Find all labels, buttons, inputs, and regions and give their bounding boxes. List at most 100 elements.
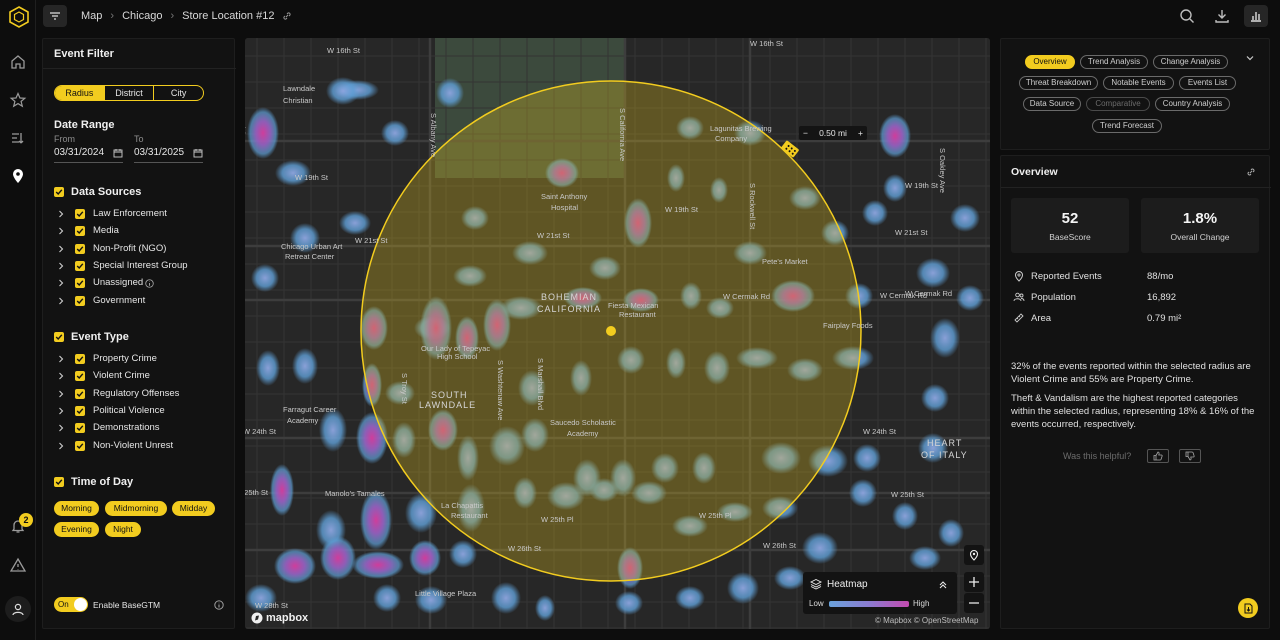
thumbs-down-button[interactable] (1179, 449, 1201, 463)
from-label: From (54, 134, 75, 144)
tab-events-list[interactable]: Events List (1179, 76, 1236, 90)
chevron-right-icon[interactable] (57, 372, 65, 380)
tab-change-analysis[interactable]: Change Analysis (1153, 55, 1228, 69)
map-attribution[interactable]: © Mapbox © OpenStreetMap (875, 616, 978, 625)
data-source-item-checkbox[interactable] (75, 260, 85, 271)
calendar-icon[interactable] (113, 148, 123, 158)
map-canvas[interactable]: W 16th St W 16th St Lawndale Christian Lagun… (245, 38, 990, 629)
overview-title: Overview (1011, 166, 1058, 178)
chevron-right-icon[interactable] (57, 442, 65, 450)
tab-data-source[interactable]: Data Source (1023, 97, 1081, 111)
map-label: Restaurant (619, 310, 657, 319)
top-bar: Map › Chicago › Store Location #12 (36, 0, 1280, 34)
calendar-icon[interactable] (193, 148, 203, 158)
breadcrumb-city[interactable]: Chicago (122, 10, 162, 22)
segment-radius[interactable]: Radius (55, 86, 105, 100)
stat-value: 88/mo (1147, 271, 1174, 282)
app-logo-icon[interactable] (8, 6, 30, 28)
link-icon[interactable] (1245, 166, 1257, 178)
center-marker[interactable] (606, 326, 616, 336)
data-source-item-checkbox[interactable] (75, 295, 85, 306)
export-report-button[interactable] (1238, 598, 1258, 618)
tab-overview[interactable]: Overview (1025, 55, 1075, 69)
home-icon[interactable] (9, 53, 27, 71)
data-source-item-checkbox[interactable] (75, 243, 85, 254)
breadcrumb-location[interactable]: Store Location #12 (182, 10, 274, 22)
date-range-label: Date Range (54, 119, 115, 131)
map-label: Manolo's Tamales (325, 489, 385, 498)
zoom-in-button[interactable] (964, 572, 984, 592)
chip-morning[interactable]: Morning (54, 501, 99, 516)
from-date-field[interactable]: 03/31/2024 (54, 147, 123, 163)
star-icon[interactable] (9, 91, 27, 109)
event-type-item-checkbox[interactable] (75, 354, 85, 364)
tab-threat-breakdown[interactable]: Threat Breakdown (1019, 76, 1098, 90)
radius-control: − 0.50 mi + (799, 126, 867, 140)
time-of-day-checkbox[interactable] (54, 477, 64, 487)
info-icon[interactable] (145, 279, 154, 288)
alert-triangle-icon[interactable] (9, 556, 27, 574)
chevron-right-icon[interactable] (57, 210, 65, 218)
data-sources-checkbox[interactable] (54, 187, 64, 197)
segment-city[interactable]: City (154, 86, 203, 100)
filter-toggle-button[interactable] (43, 5, 67, 27)
radius-decrease-button[interactable]: − (803, 128, 808, 138)
list-filter-icon[interactable] (9, 129, 27, 147)
search-icon[interactable] (1178, 7, 1196, 25)
event-type-item-checkbox[interactable] (75, 371, 85, 382)
heat-blob (436, 78, 464, 108)
breadcrumb-map[interactable]: Map (81, 10, 102, 22)
tab-country-analysis[interactable]: Country Analysis (1155, 97, 1230, 111)
chip-evening[interactable]: Evening (54, 522, 99, 537)
map-label: BOHEMIAN (541, 292, 597, 302)
analytics-panel-button[interactable] (1244, 5, 1268, 27)
heat-blob (916, 258, 950, 288)
chevron-right-icon[interactable] (57, 245, 65, 253)
map-label: S Oakley Ave (938, 148, 947, 193)
map-pin-icon[interactable] (9, 167, 27, 185)
data-source-item-checkbox[interactable] (75, 226, 85, 237)
chevron-right-icon[interactable] (57, 424, 65, 432)
chevron-right-icon[interactable] (57, 355, 65, 363)
chevron-right-icon[interactable] (57, 262, 65, 270)
locate-button[interactable] (964, 545, 984, 565)
radius-increase-button[interactable]: + (858, 128, 863, 138)
chevron-right-icon[interactable] (57, 407, 65, 415)
event-type-item-checkbox[interactable] (75, 405, 85, 416)
data-source-item-checkbox[interactable] (75, 278, 85, 289)
event-type-item-checkbox[interactable] (75, 423, 85, 434)
tab-trend-analysis[interactable]: Trend Analysis (1080, 55, 1148, 69)
heat-blob (292, 348, 318, 384)
chevron-up-double-icon[interactable] (938, 580, 948, 590)
thumbs-up-button[interactable] (1147, 449, 1169, 463)
map-label: Company (715, 134, 747, 143)
chevron-down-icon[interactable] (1245, 53, 1255, 63)
chevron-right-icon[interactable] (57, 279, 65, 287)
chip-midmorning[interactable]: Midmorning (105, 501, 167, 516)
event-type-item-checkbox[interactable] (75, 440, 85, 451)
tab-notable-events[interactable]: Notable Events (1103, 76, 1174, 90)
chevron-right-icon[interactable] (57, 390, 65, 398)
event-type-checkbox[interactable] (54, 332, 64, 342)
download-icon[interactable] (1213, 7, 1231, 25)
event-type-item-checkbox[interactable] (75, 388, 85, 399)
zoom-out-button[interactable] (964, 593, 984, 613)
chevron-right-icon[interactable] (57, 227, 65, 235)
stat-key: Reported Events (1031, 271, 1102, 282)
basegtm-toggle[interactable]: On (54, 597, 88, 612)
data-source-item-label: Government (93, 294, 146, 306)
segment-district[interactable]: District (105, 86, 155, 100)
map-label: W 25th St (245, 488, 269, 497)
chevron-right-icon[interactable] (57, 297, 65, 305)
data-source-item-checkbox[interactable] (75, 209, 85, 219)
chip-night[interactable]: Night (105, 522, 141, 537)
info-icon[interactable] (214, 600, 224, 610)
chip-midday[interactable]: Midday (172, 501, 215, 516)
notification-badge: 2 (19, 513, 33, 527)
map-label: S Troy St (400, 373, 409, 405)
check-icon (76, 373, 84, 380)
link-icon[interactable] (282, 11, 292, 21)
tab-trend-forecast[interactable]: Trend Forecast (1092, 119, 1162, 133)
avatar[interactable] (5, 596, 31, 622)
to-date-field[interactable]: 03/31/2025 (134, 147, 203, 163)
